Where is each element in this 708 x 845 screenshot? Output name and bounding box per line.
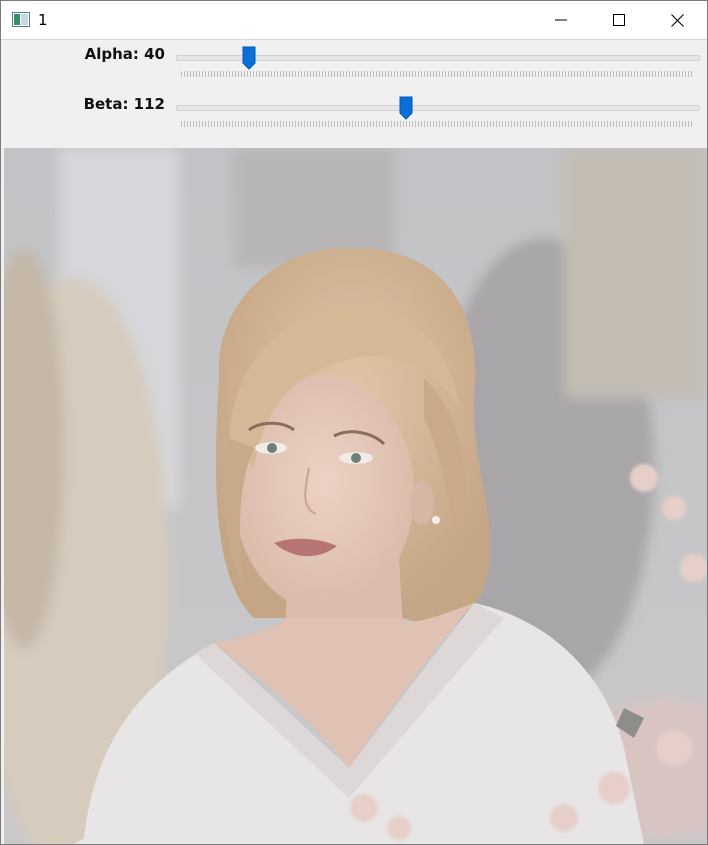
close-icon [670, 13, 684, 27]
beta-ticks [181, 121, 693, 127]
alpha-label: Alpha: 40 [84, 45, 165, 63]
alpha-ticks [181, 71, 693, 77]
minimize-button[interactable] [532, 1, 590, 39]
maximize-button[interactable] [590, 1, 648, 39]
minimize-icon [555, 19, 567, 21]
portrait-photo-illustration [4, 148, 707, 844]
beta-trackbar[interactable]: Beta: 112 [1, 90, 707, 140]
app-window-icon [12, 12, 30, 27]
portrait-photo [4, 148, 707, 844]
beta-slider-thumb[interactable] [399, 96, 413, 120]
trackbar-panel: Alpha: 40 Beta: 112 [1, 40, 707, 147]
title-bar[interactable]: 1 [1, 1, 707, 40]
beta-label: Beta: 112 [83, 95, 165, 113]
window-title: 1 [38, 11, 48, 29]
close-button[interactable] [648, 1, 706, 39]
alpha-slider-thumb[interactable] [242, 46, 256, 70]
app-window: 1 Alpha: 40 Beta: 112 [0, 0, 708, 845]
maximize-icon [613, 14, 625, 26]
alpha-trackbar[interactable]: Alpha: 40 [1, 40, 707, 90]
beta-track[interactable] [176, 105, 700, 111]
